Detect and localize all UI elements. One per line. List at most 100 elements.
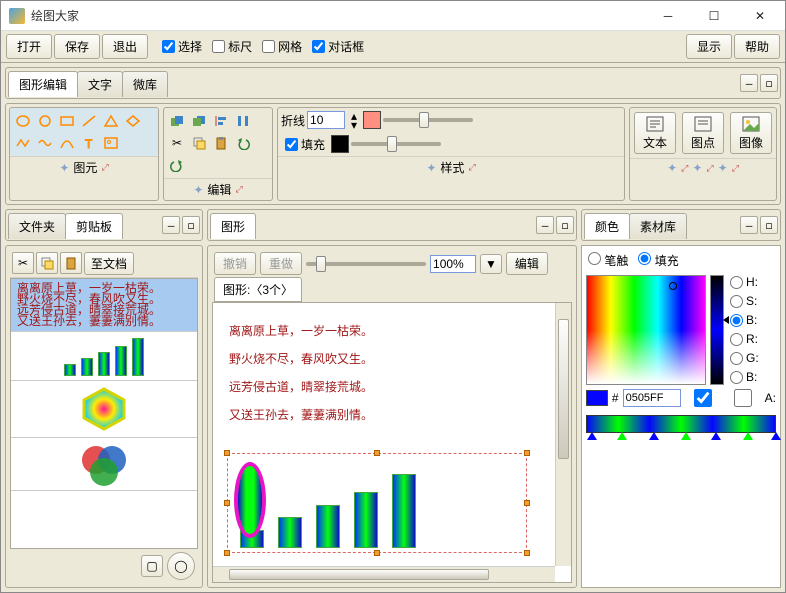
fill-radio[interactable]: 填充 bbox=[638, 252, 678, 269]
minimize-button[interactable]: ─ bbox=[645, 1, 691, 30]
color-check1[interactable] bbox=[685, 389, 721, 407]
panel-min[interactable]: — bbox=[740, 216, 758, 234]
g-radio[interactable]: G: bbox=[730, 351, 759, 365]
cut-button[interactable]: ✂ bbox=[12, 252, 34, 274]
panel-min[interactable]: — bbox=[162, 216, 180, 234]
pen-radio[interactable]: 笔触 bbox=[588, 252, 628, 269]
shape-rect-icon[interactable] bbox=[57, 111, 77, 131]
zoom-slider[interactable] bbox=[306, 262, 426, 266]
select-checkbox[interactable]: 选择 bbox=[162, 38, 202, 55]
shape-line-icon[interactable] bbox=[79, 111, 99, 131]
save-button[interactable]: 保存 bbox=[54, 34, 100, 59]
tab-folder[interactable]: 文件夹 bbox=[8, 213, 66, 239]
spectrum-cursor[interactable] bbox=[669, 282, 677, 290]
clipboard-list[interactable]: 离离原上草，一岁一枯荣。野火烧不尽，春风吹又生。 远芳侵古道，晴翠接荒城。又送王… bbox=[10, 278, 198, 549]
color-check2[interactable] bbox=[725, 389, 761, 407]
stroke-color-swatch[interactable] bbox=[363, 111, 381, 129]
gradient-bar[interactable] bbox=[586, 415, 776, 433]
panel-max[interactable]: ◻ bbox=[760, 216, 778, 234]
hex-input[interactable] bbox=[623, 389, 681, 407]
insert-text-button[interactable]: 文本 bbox=[634, 112, 676, 154]
circle-button[interactable]: ◯ bbox=[167, 552, 195, 580]
polyline-width-input[interactable] bbox=[307, 111, 345, 129]
zoom-dropdown[interactable]: ▼ bbox=[480, 254, 502, 274]
panel-max[interactable]: ◻ bbox=[182, 216, 200, 234]
copy-icon[interactable] bbox=[189, 133, 209, 153]
r-radio[interactable]: R: bbox=[730, 332, 759, 346]
shape-rhombus-icon[interactable] bbox=[123, 111, 143, 131]
distribute-icon[interactable] bbox=[233, 111, 253, 131]
shape-text-icon[interactable]: T bbox=[79, 133, 99, 153]
left-tabbar: 文件夹 剪贴板 — ◻ bbox=[5, 209, 203, 241]
clip-item-venn[interactable] bbox=[11, 438, 197, 491]
shape-circle-icon[interactable] bbox=[35, 111, 55, 131]
panel-min[interactable]: — bbox=[536, 216, 554, 234]
tab-shape-edit[interactable]: 图形编辑 bbox=[8, 71, 78, 97]
dialog-checkbox[interactable]: 对话框 bbox=[312, 38, 364, 55]
clip-item-bars[interactable] bbox=[11, 332, 197, 381]
h-radio[interactable]: H: bbox=[730, 275, 759, 289]
canvas-object-tab[interactable]: 图形:〈3个〉 bbox=[214, 277, 302, 302]
tab-clipboard[interactable]: 剪贴板 bbox=[65, 213, 123, 239]
ribbon-close[interactable]: ◻ bbox=[760, 74, 778, 92]
ruler-checkbox[interactable]: 标尺 bbox=[212, 38, 252, 55]
expand-icon[interactable]: ⤢ bbox=[101, 162, 108, 173]
open-button[interactable]: 打开 bbox=[6, 34, 52, 59]
align-left-icon[interactable] bbox=[211, 111, 231, 131]
clip-item-poem[interactable]: 离离原上草，一岁一枯荣。野火烧不尽，春风吹又生。 远芳侵古道，晴翠接荒城。又送王… bbox=[11, 279, 197, 332]
grid-checkbox[interactable]: 网格 bbox=[262, 38, 302, 55]
tab-microlib[interactable]: 微库 bbox=[122, 71, 168, 97]
stroke-opacity-slider[interactable] bbox=[383, 118, 473, 122]
shape-wave-icon[interactable] bbox=[35, 133, 55, 153]
square-button[interactable]: ▢ bbox=[141, 555, 163, 577]
fill-opacity-slider[interactable] bbox=[351, 142, 441, 146]
b2-radio[interactable]: B: bbox=[730, 370, 759, 384]
tab-material[interactable]: 素材库 bbox=[629, 213, 687, 239]
zoom-input[interactable] bbox=[430, 255, 476, 273]
show-button[interactable]: 显示 bbox=[686, 34, 732, 59]
insert-image-button[interactable]: 图像 bbox=[730, 112, 772, 154]
clip-item-hexagon[interactable] bbox=[11, 381, 197, 438]
selection-box[interactable] bbox=[227, 453, 527, 553]
color-spectrum[interactable] bbox=[586, 275, 706, 385]
maximize-button[interactable]: ☐ bbox=[691, 1, 737, 30]
shape-arc-icon[interactable] bbox=[57, 133, 77, 153]
spinner-down-icon[interactable]: ▾ bbox=[347, 120, 361, 129]
help-button[interactable]: 帮助 bbox=[734, 34, 780, 59]
edit-button[interactable]: 编辑 bbox=[506, 252, 548, 275]
ribbon-minimize[interactable]: — bbox=[740, 74, 758, 92]
pick-front-icon[interactable] bbox=[167, 111, 187, 131]
exit-button[interactable]: 退出 bbox=[102, 34, 148, 59]
drawing-canvas[interactable]: 离离原上草，一岁一枯荣。野火烧不尽，春风吹又生。 远芳侵古道，晴翠接荒城。又送王… bbox=[212, 302, 572, 583]
tab-color[interactable]: 颜色 bbox=[584, 213, 630, 239]
fill-checkbox[interactable]: 填充 bbox=[285, 136, 325, 153]
pick-back-icon[interactable] bbox=[189, 111, 209, 131]
copy-button[interactable] bbox=[36, 252, 58, 274]
close-button[interactable]: ✕ bbox=[737, 1, 783, 30]
to-doc-button[interactable]: 至文档 bbox=[84, 252, 134, 275]
current-color-swatch[interactable] bbox=[586, 390, 608, 406]
panel-max[interactable]: ◻ bbox=[556, 216, 574, 234]
scrollbar-vertical[interactable] bbox=[555, 303, 571, 566]
hue-bar[interactable] bbox=[710, 275, 724, 385]
shape-image-icon[interactable] bbox=[101, 133, 121, 153]
scrollbar-horizontal[interactable] bbox=[213, 566, 555, 582]
shape-triangle-icon[interactable] bbox=[101, 111, 121, 131]
insert-point-button[interactable]: 图点 bbox=[682, 112, 724, 154]
tab-canvas[interactable]: 图形 bbox=[210, 213, 256, 239]
cut-icon[interactable]: ✂ bbox=[167, 133, 187, 153]
polyline-label: 折线 bbox=[281, 112, 305, 129]
b-radio[interactable]: B: bbox=[730, 313, 759, 327]
s-radio[interactable]: S: bbox=[730, 294, 759, 308]
undo-icon[interactable] bbox=[233, 133, 253, 153]
expand-icon[interactable]: ⤢ bbox=[681, 163, 688, 174]
paste-button[interactable] bbox=[60, 252, 82, 274]
fill-color-swatch[interactable] bbox=[331, 135, 349, 153]
redo-icon[interactable] bbox=[167, 155, 187, 175]
expand-icon[interactable]: ⤢ bbox=[468, 162, 475, 173]
tab-text[interactable]: 文字 bbox=[77, 71, 123, 97]
paste-icon[interactable] bbox=[211, 133, 231, 153]
expand-icon[interactable]: ⤢ bbox=[235, 184, 242, 195]
shape-ellipse-icon[interactable] bbox=[13, 111, 33, 131]
shape-polyline-icon[interactable] bbox=[13, 133, 33, 153]
